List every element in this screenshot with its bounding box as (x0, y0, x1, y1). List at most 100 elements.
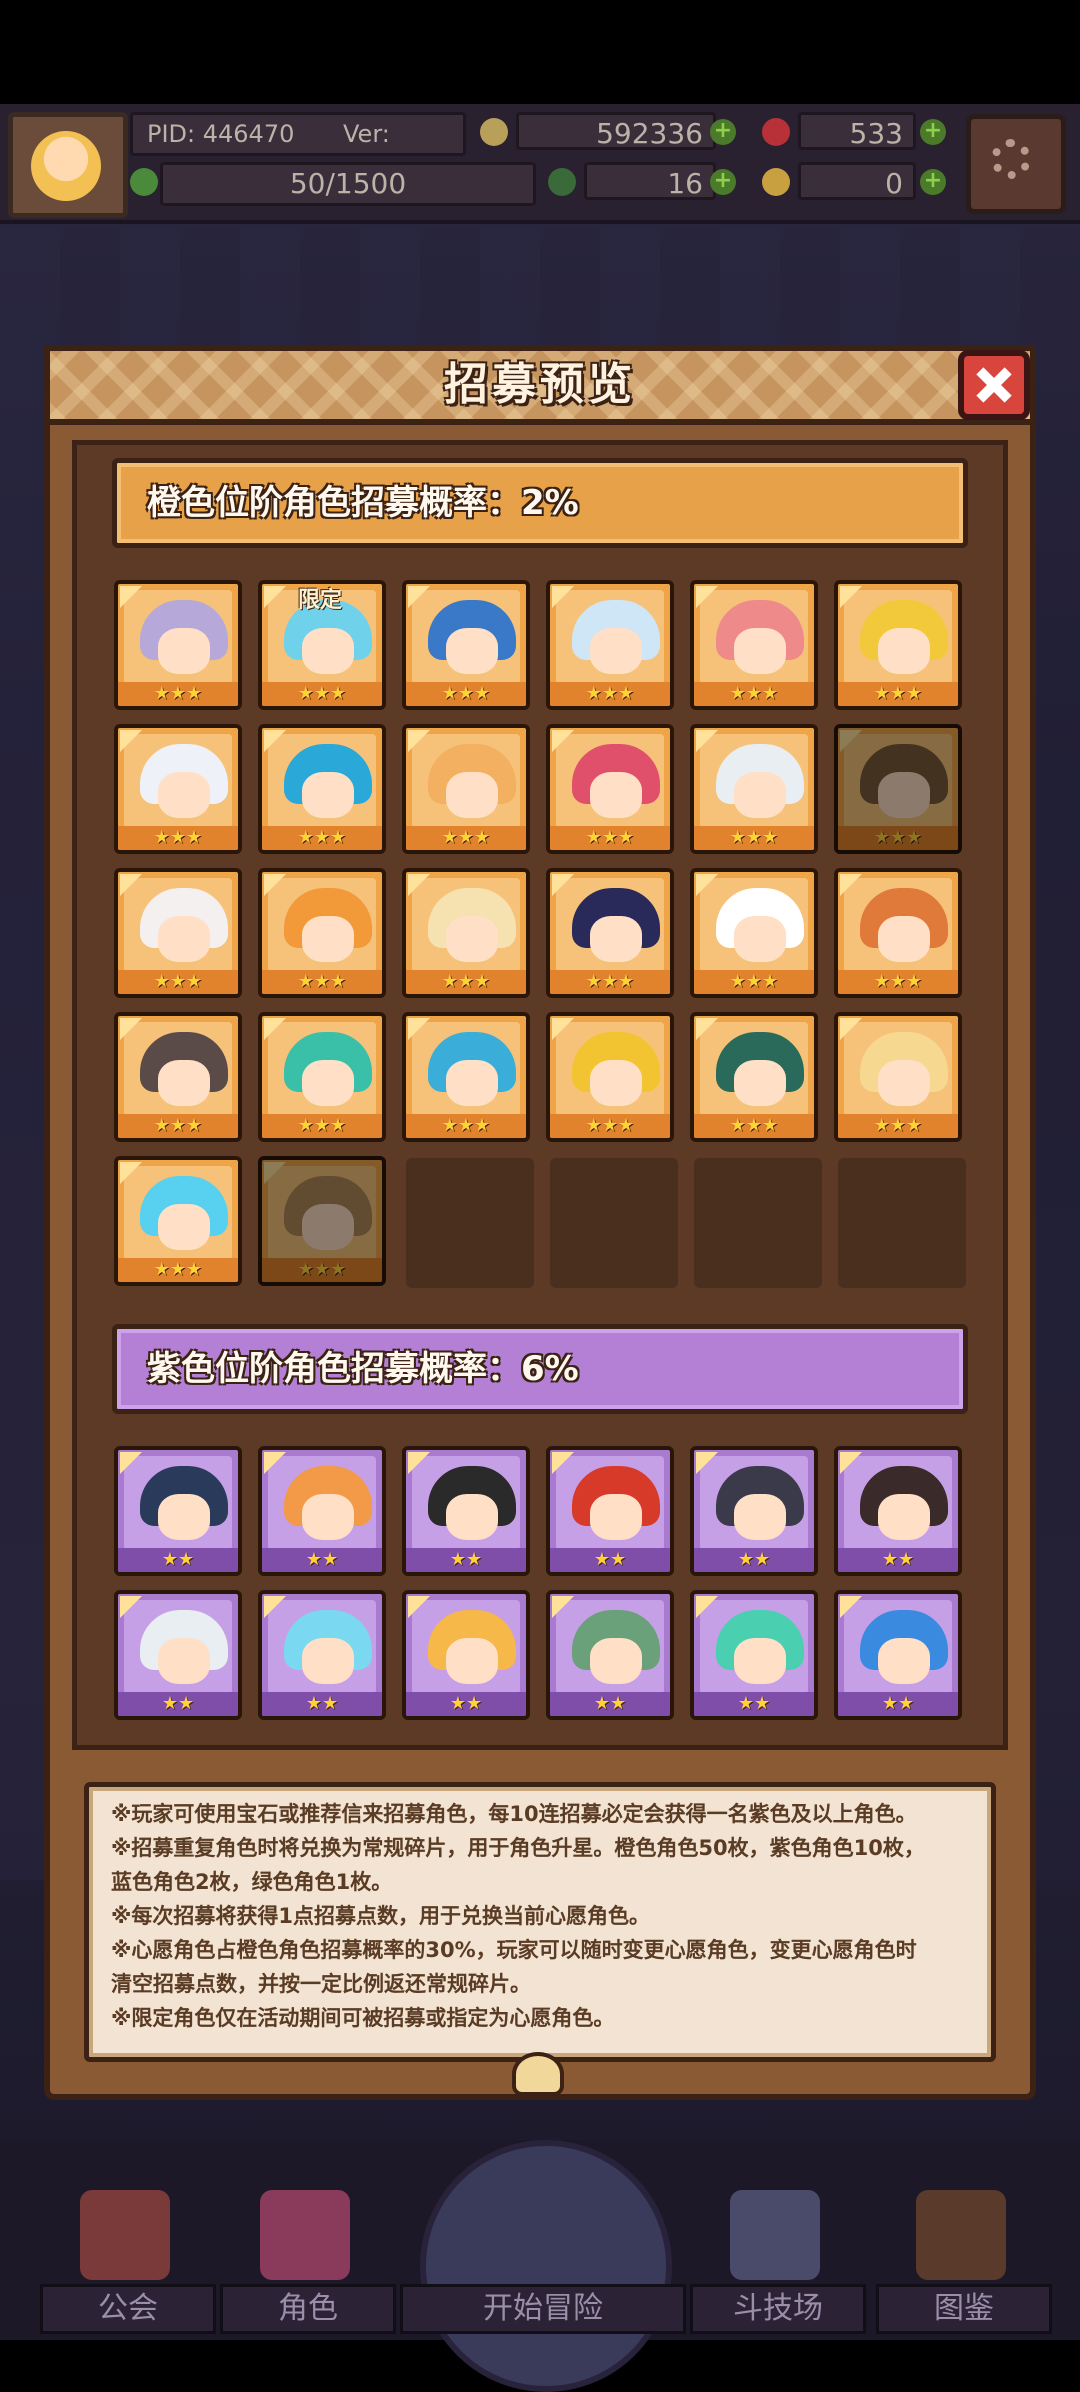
character-portrait (844, 1022, 952, 1116)
character-card[interactable]: ★★ (114, 1446, 242, 1576)
character-card[interactable]: ★★★ (402, 580, 530, 710)
character-portrait (124, 1600, 232, 1694)
character-portrait (412, 734, 520, 828)
character-face (158, 1494, 210, 1540)
character-portrait (124, 1022, 232, 1116)
nav-character[interactable]: 角色 (220, 2160, 396, 2340)
character-card[interactable]: ★★★ (690, 580, 818, 710)
character-card[interactable]: 限定 ★★★ (258, 580, 386, 710)
character-card[interactable]: ★★★ (690, 868, 818, 998)
character-face (446, 772, 498, 818)
character-card[interactable]: ★★★ (114, 724, 242, 854)
purple-rate-text: 紫色位阶角色招募概率：6% (147, 1349, 579, 1389)
character-portrait (556, 1456, 664, 1550)
character-card[interactable]: ★★★ (114, 1012, 242, 1142)
star-rating: ★★★ (262, 682, 382, 706)
character-portrait (268, 1166, 376, 1260)
character-card[interactable]: ★★★ (690, 724, 818, 854)
character-face (878, 1638, 930, 1684)
star-rating: ★★ (406, 1548, 526, 1572)
character-card[interactable]: ★★ (546, 1590, 674, 1720)
character-card[interactable]: ★★★ (546, 868, 674, 998)
character-portrait (844, 590, 952, 684)
ruby-plus-icon[interactable]: + (920, 119, 946, 145)
character-card[interactable]: ★★ (402, 1446, 530, 1576)
key-icon (762, 168, 790, 196)
character-portrait (700, 1456, 808, 1550)
character-card[interactable]: ★★★ (834, 724, 962, 854)
star-rating: ★★★ (694, 970, 814, 994)
character-face (158, 628, 210, 674)
star-rating: ★★★ (838, 1114, 958, 1138)
character-portrait (844, 734, 952, 828)
character-card[interactable]: ★★★ (114, 1156, 242, 1286)
key-pill: 0 (798, 162, 916, 200)
player-avatar[interactable] (8, 112, 128, 218)
nav-start-adventure[interactable]: 开始冒险 (400, 2130, 686, 2392)
nav-arena[interactable]: 斗技场 (690, 2160, 866, 2340)
character-face (734, 628, 786, 674)
character-face (590, 1638, 642, 1684)
character-face (446, 1494, 498, 1540)
character-card[interactable]: ★★ (546, 1446, 674, 1576)
character-portrait (268, 1600, 376, 1694)
character-card[interactable]: ★★★ (690, 1012, 818, 1142)
top-hud: PID: 446470 Ver: 1.0.0.8 592336 + 533 + … (0, 104, 1080, 224)
character-face (734, 1060, 786, 1106)
character-card[interactable]: ★★ (690, 1446, 818, 1576)
star-rating: ★★ (694, 1692, 814, 1716)
nav-codex[interactable]: 图鉴 (876, 2160, 1052, 2340)
character-portrait (412, 590, 520, 684)
character-card[interactable]: ★★★ (834, 1012, 962, 1142)
character-face (590, 628, 642, 674)
character-card[interactable]: ★★ (834, 1590, 962, 1720)
character-card[interactable]: ★★ (690, 1590, 818, 1720)
close-button[interactable] (958, 350, 1030, 420)
character-card[interactable]: ★★★ (258, 724, 386, 854)
settings-button[interactable] (966, 114, 1066, 214)
character-card[interactable]: ★★ (402, 1590, 530, 1720)
character-card[interactable]: ★★★ (834, 868, 962, 998)
character-card[interactable]: ★★ (258, 1446, 386, 1576)
nav-start-label: 开始冒险 (400, 2284, 686, 2334)
character-card[interactable]: ★★★ (834, 580, 962, 710)
character-card[interactable]: ★★★ (546, 580, 674, 710)
star-rating: ★★★ (262, 826, 382, 850)
character-card[interactable]: ★★★ (258, 1156, 386, 1286)
clover-plus-icon[interactable]: + (710, 169, 736, 195)
character-card[interactable]: ★★★ (114, 580, 242, 710)
key-value: 0 (885, 167, 903, 200)
character-face (302, 1060, 354, 1106)
star-rating: ★★★ (550, 1114, 670, 1138)
character-card[interactable]: ★★ (834, 1446, 962, 1576)
character-face (878, 628, 930, 674)
empty-slot (694, 1158, 822, 1288)
character-face (302, 1204, 354, 1250)
note-line: ※限定角色仅在活动期间可被招募或指定为心愿角色。 (111, 2006, 615, 2030)
character-face (734, 1494, 786, 1540)
character-card[interactable]: ★★ (258, 1590, 386, 1720)
star-rating: ★★★ (262, 1114, 382, 1138)
star-rating: ★★★ (406, 682, 526, 706)
character-card[interactable]: ★★★ (402, 724, 530, 854)
character-card[interactable]: ★★★ (402, 868, 530, 998)
note-line: ※玩家可使用宝石或推荐信来招募角色，每10连招募必定会获得一名紫色及以上角色。 (111, 1802, 917, 1826)
character-card[interactable]: ★★★ (258, 1012, 386, 1142)
character-face (446, 1638, 498, 1684)
character-card[interactable]: ★★★ (258, 868, 386, 998)
character-portrait (268, 1022, 376, 1116)
character-card[interactable]: ★★★ (546, 1012, 674, 1142)
clover-value: 16 (667, 167, 703, 200)
character-face (590, 1060, 642, 1106)
character-portrait (412, 1600, 520, 1694)
star-rating: ★★★ (406, 970, 526, 994)
character-card[interactable]: ★★★ (402, 1012, 530, 1142)
key-plus-icon[interactable]: + (920, 169, 946, 195)
character-card[interactable]: ★★★ (546, 724, 674, 854)
character-card[interactable]: ★★ (114, 1590, 242, 1720)
nav-guild[interactable]: 公会 (40, 2160, 216, 2340)
character-portrait (700, 590, 808, 684)
character-card[interactable]: ★★★ (114, 868, 242, 998)
status-bar (0, 0, 1080, 104)
gold-plus-icon[interactable]: + (710, 119, 736, 145)
